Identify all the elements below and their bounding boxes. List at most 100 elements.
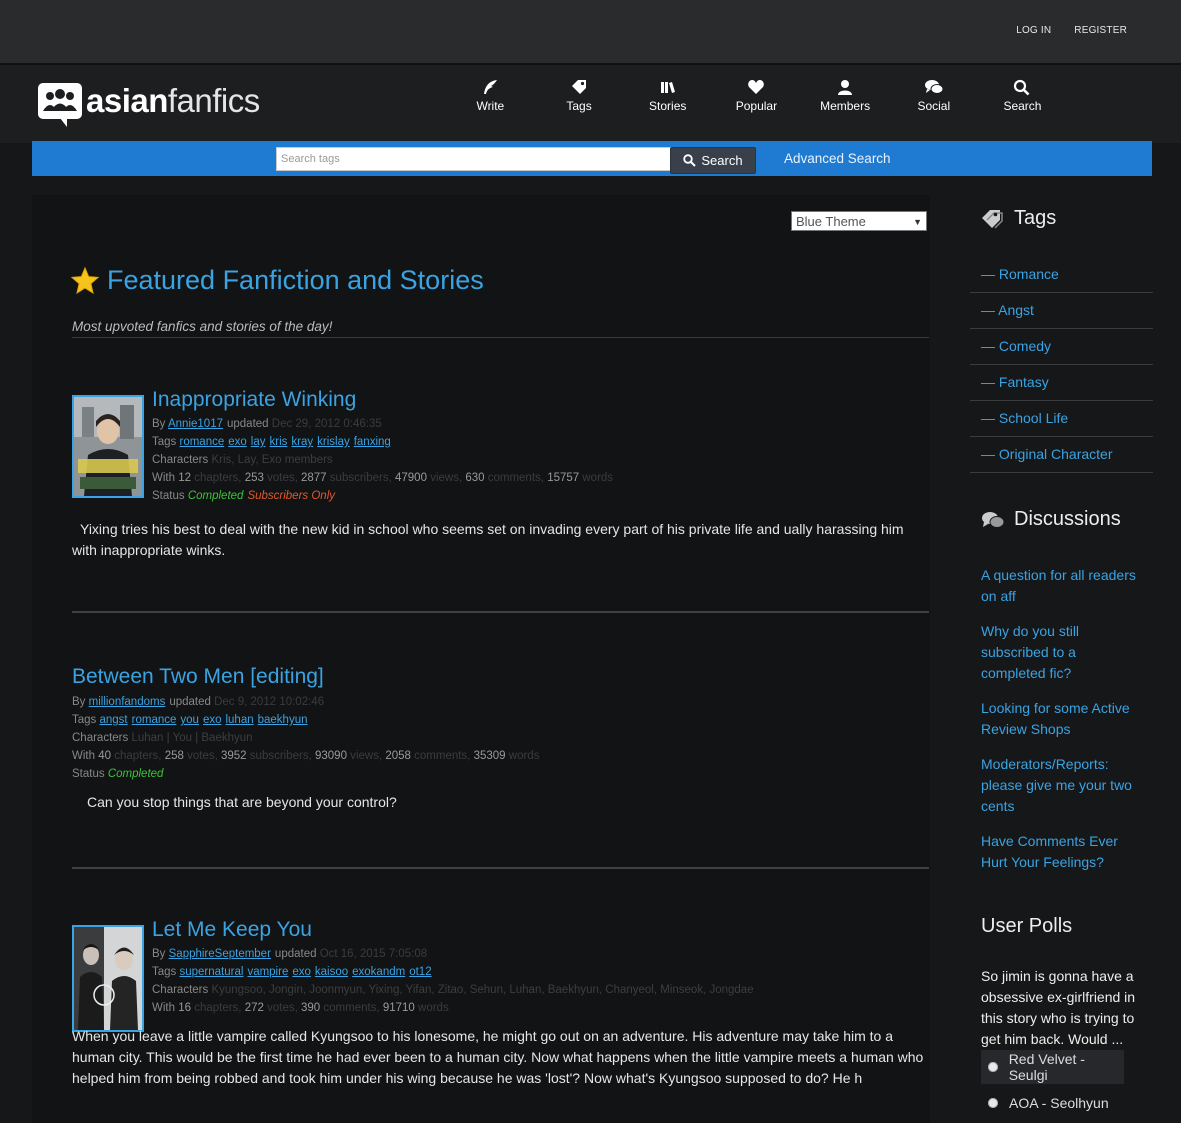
- discussion-link[interactable]: Looking for some Active Review Shops: [970, 698, 1140, 740]
- nav-search[interactable]: Search: [978, 79, 1067, 113]
- tag-link[interactable]: supernatural: [180, 966, 244, 978]
- tag-link[interactable]: baekhyun: [258, 714, 308, 726]
- story-characters-line: Characters Luhan | You | Baekhyun: [72, 732, 253, 744]
- main-nav: Write Tags Stories Popular Members Socia…: [446, 79, 1067, 113]
- story-title[interactable]: Between Two Men [editing]: [72, 665, 929, 689]
- site-logo[interactable]: asianfanfics: [38, 82, 260, 127]
- sidebar-tag-item[interactable]: — Original Character: [970, 437, 1153, 473]
- logo-people-icon: [38, 83, 82, 127]
- theme-select[interactable]: Blue Theme ▼: [791, 211, 927, 231]
- author-link[interactable]: millionfandoms: [89, 696, 166, 708]
- radio-icon[interactable]: [988, 1098, 998, 1108]
- nav-popular[interactable]: Popular: [712, 79, 801, 113]
- heart-icon: [748, 80, 765, 94]
- discussion-link[interactable]: Have Comments Ever Hurt Your Feelings?: [970, 831, 1140, 873]
- story-description: When you leave a little vampire called K…: [72, 1028, 924, 1086]
- story-stats-line: With 40 chapters, 258 votes, 3952 subscr…: [72, 750, 540, 762]
- nav-tags[interactable]: Tags: [535, 79, 624, 113]
- tag-link[interactable]: kray: [291, 436, 313, 448]
- author-link[interactable]: SapphireSeptember: [169, 948, 271, 960]
- tag-link[interactable]: exo: [228, 436, 247, 448]
- story-item: Between Two Men [editing] By millionfand…: [72, 665, 929, 813]
- story-status-line: Status Completed Subscribers Only: [152, 490, 335, 502]
- poll-option[interactable]: Red Velvet - Seulgi: [981, 1050, 1124, 1084]
- story-meta: By millionfandoms updated Dec 9, 2012 10:…: [72, 693, 929, 783]
- story-characters-line: Characters Kyungsoo, Jongin, Joonmyun, Y…: [152, 984, 754, 996]
- tag-link[interactable]: exo: [203, 714, 222, 726]
- search-button[interactable]: Search: [670, 147, 756, 174]
- tag-link[interactable]: kris: [270, 436, 288, 448]
- discussion-link[interactable]: Moderators/Reports: please give me your …: [970, 754, 1140, 817]
- poll-options: Red Velvet - Seulgi AOA - Seolhyun: [970, 1050, 1153, 1120]
- divider: [72, 611, 929, 613]
- tag-link[interactable]: ot12: [409, 966, 431, 978]
- story-description: Can you stop things that are beyond your…: [87, 794, 397, 810]
- story-author-line: By SapphireSeptember updated Oct 16, 2015…: [152, 948, 428, 960]
- site-header: asianfanfics Write Tags Stories Popular …: [0, 63, 1181, 143]
- story-title[interactable]: Inappropriate Winking: [152, 388, 932, 412]
- story-author-line: By Annie1017 updated Dec 29, 2012 0:46:35: [152, 418, 382, 430]
- chat-icon: [982, 511, 1005, 528]
- tag-link[interactable]: krislay: [317, 436, 350, 448]
- chat-icon: [924, 80, 944, 94]
- featured-subtitle: Most upvoted fanfics and stories of the …: [72, 319, 333, 334]
- top-bar: LOG IN REGISTER: [0, 0, 1181, 63]
- sidebar-tag-item[interactable]: — Angst: [970, 293, 1153, 329]
- user-icon: [838, 80, 853, 95]
- sidebar-tag-item[interactable]: — School Life: [970, 401, 1153, 437]
- sidebar-tag-item[interactable]: — Romance: [970, 257, 1153, 293]
- story-stats-line: With 12 chapters, 253 votes, 2877 subscr…: [152, 472, 614, 484]
- tags-heading: Tags: [981, 207, 1056, 230]
- discussions-heading: Discussions: [981, 508, 1121, 531]
- divider: [72, 337, 929, 338]
- author-link[interactable]: Annie1017: [168, 418, 223, 430]
- nav-write[interactable]: Write: [446, 79, 535, 113]
- story-characters-line: Characters Kris, Lay, Exo members: [152, 454, 333, 466]
- tag-link[interactable]: kaisoo: [315, 966, 348, 978]
- story-status-line: Status Completed: [72, 768, 164, 780]
- books-icon: [660, 82, 675, 93]
- advanced-search-link[interactable]: Advanced Search: [784, 151, 891, 166]
- story-cover-image[interactable]: [72, 925, 144, 1032]
- story-meta: By SapphireSeptember updated Oct 16, 2015…: [152, 945, 932, 1017]
- discussion-link[interactable]: Why do you still subscribed to a complet…: [970, 621, 1140, 684]
- tag-link[interactable]: vampire: [247, 966, 288, 978]
- logo-text: asianfanfics: [86, 82, 260, 119]
- featured-heading: Featured Fanfiction and Stories: [71, 265, 484, 296]
- main-content: Blue Theme ▼ Featured Fanfiction and Stor…: [32, 195, 930, 1123]
- dropdown-arrow-icon: ▼: [913, 217, 922, 227]
- divider: [72, 867, 929, 869]
- login-link[interactable]: LOG IN: [1016, 25, 1051, 36]
- sidebar-tag-item[interactable]: — Fantasy: [970, 365, 1153, 401]
- search-tags-input[interactable]: [276, 147, 672, 171]
- tag-link[interactable]: romance: [180, 436, 225, 448]
- sidebar-tag-item[interactable]: — Comedy: [970, 329, 1153, 365]
- discussion-link[interactable]: A question for all readers on aff: [970, 565, 1140, 607]
- radio-icon[interactable]: [988, 1062, 998, 1072]
- nav-stories[interactable]: Stories: [623, 79, 712, 113]
- tag-link[interactable]: romance: [132, 714, 177, 726]
- story-stats-line: With 16 chapters, 272 votes, 390 comment…: [152, 1002, 449, 1014]
- story-tags-line: Tags supernatural vampire exo kaisoo exokand…: [152, 966, 432, 978]
- tag-link[interactable]: angst: [100, 714, 128, 726]
- poll-option[interactable]: AOA - Seolhyun: [970, 1086, 1153, 1120]
- nav-members[interactable]: Members: [801, 79, 890, 113]
- tag-link[interactable]: lay: [251, 436, 266, 448]
- quill-icon: [484, 80, 498, 94]
- nav-social[interactable]: Social: [889, 79, 978, 113]
- tag-link[interactable]: you: [180, 714, 199, 726]
- story-author-line: By millionfandoms updated Dec 9, 2012 10:…: [72, 696, 325, 708]
- tag-link[interactable]: fanxing: [354, 436, 391, 448]
- story-cover-image[interactable]: [72, 395, 144, 498]
- tag-icon: [982, 209, 1003, 229]
- status-badge: Completed: [107, 768, 164, 780]
- story-tags-line: Tags romance exo lay kris kray krislay fanxing: [152, 436, 391, 448]
- register-link[interactable]: REGISTER: [1074, 25, 1127, 36]
- tag-link[interactable]: exokandm: [352, 966, 405, 978]
- tag-link[interactable]: exo: [292, 966, 311, 978]
- story-title[interactable]: Let Me Keep You: [152, 918, 932, 942]
- story-description: Yixing tries his best to deal with the n…: [72, 521, 904, 558]
- search-icon: [683, 154, 697, 167]
- account-links: LOG IN REGISTER: [996, 25, 1127, 36]
- tag-link[interactable]: luhan: [225, 714, 253, 726]
